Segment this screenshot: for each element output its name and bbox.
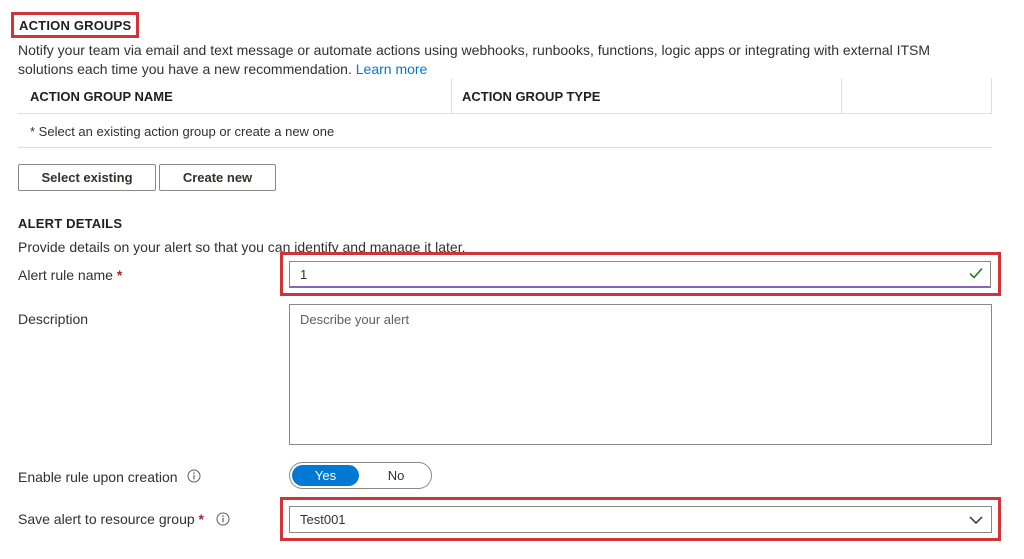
action-groups-description-line2: solutions each time you have a new recom…: [18, 61, 352, 77]
action-group-grid-header: ACTION GROUP NAME ACTION GROUP TYPE: [18, 78, 992, 114]
description-textarea[interactable]: [289, 304, 992, 445]
action-groups-description: Notify your team via email and text mess…: [18, 41, 1008, 79]
resource-group-label-text: Save alert to resource group: [18, 511, 195, 527]
alert-details-title: ALERT DETAILS: [18, 216, 123, 231]
action-group-empty-message: * Select an existing action group or cre…: [18, 114, 992, 148]
info-icon[interactable]: [187, 469, 201, 483]
enable-rule-label: Enable rule upon creation: [18, 469, 178, 485]
column-divider: [991, 78, 992, 114]
column-header-name[interactable]: ACTION GROUP NAME: [30, 78, 173, 114]
create-new-button[interactable]: Create new: [159, 164, 276, 191]
alert-rule-name-input[interactable]: [289, 261, 991, 288]
checkmark-icon: [969, 268, 983, 279]
required-indicator: *: [116, 267, 123, 283]
toggle-no-option[interactable]: No: [363, 465, 429, 486]
info-icon[interactable]: [216, 512, 230, 526]
column-header-type[interactable]: ACTION GROUP TYPE: [462, 78, 600, 114]
enable-rule-toggle[interactable]: Yes No: [289, 462, 432, 489]
chevron-down-icon[interactable]: [968, 512, 984, 528]
resource-group-select[interactable]: Test001: [289, 506, 992, 533]
action-groups-title: ACTION GROUPS: [19, 18, 132, 33]
description-label: Description: [18, 311, 89, 327]
action-groups-description-line1: Notify your team via email and text mess…: [18, 42, 931, 58]
learn-more-link[interactable]: Learn more: [356, 61, 428, 77]
alert-rule-name-label-text: Alert rule name: [18, 267, 113, 283]
required-indicator: *: [198, 511, 204, 527]
select-existing-button[interactable]: Select existing: [18, 164, 156, 191]
column-divider: [451, 78, 452, 114]
alert-rule-name-label: Alert rule name *: [18, 267, 122, 283]
resource-group-label: Save alert to resource group *: [18, 511, 204, 527]
column-divider: [841, 78, 842, 114]
toggle-yes-option[interactable]: Yes: [292, 465, 359, 486]
